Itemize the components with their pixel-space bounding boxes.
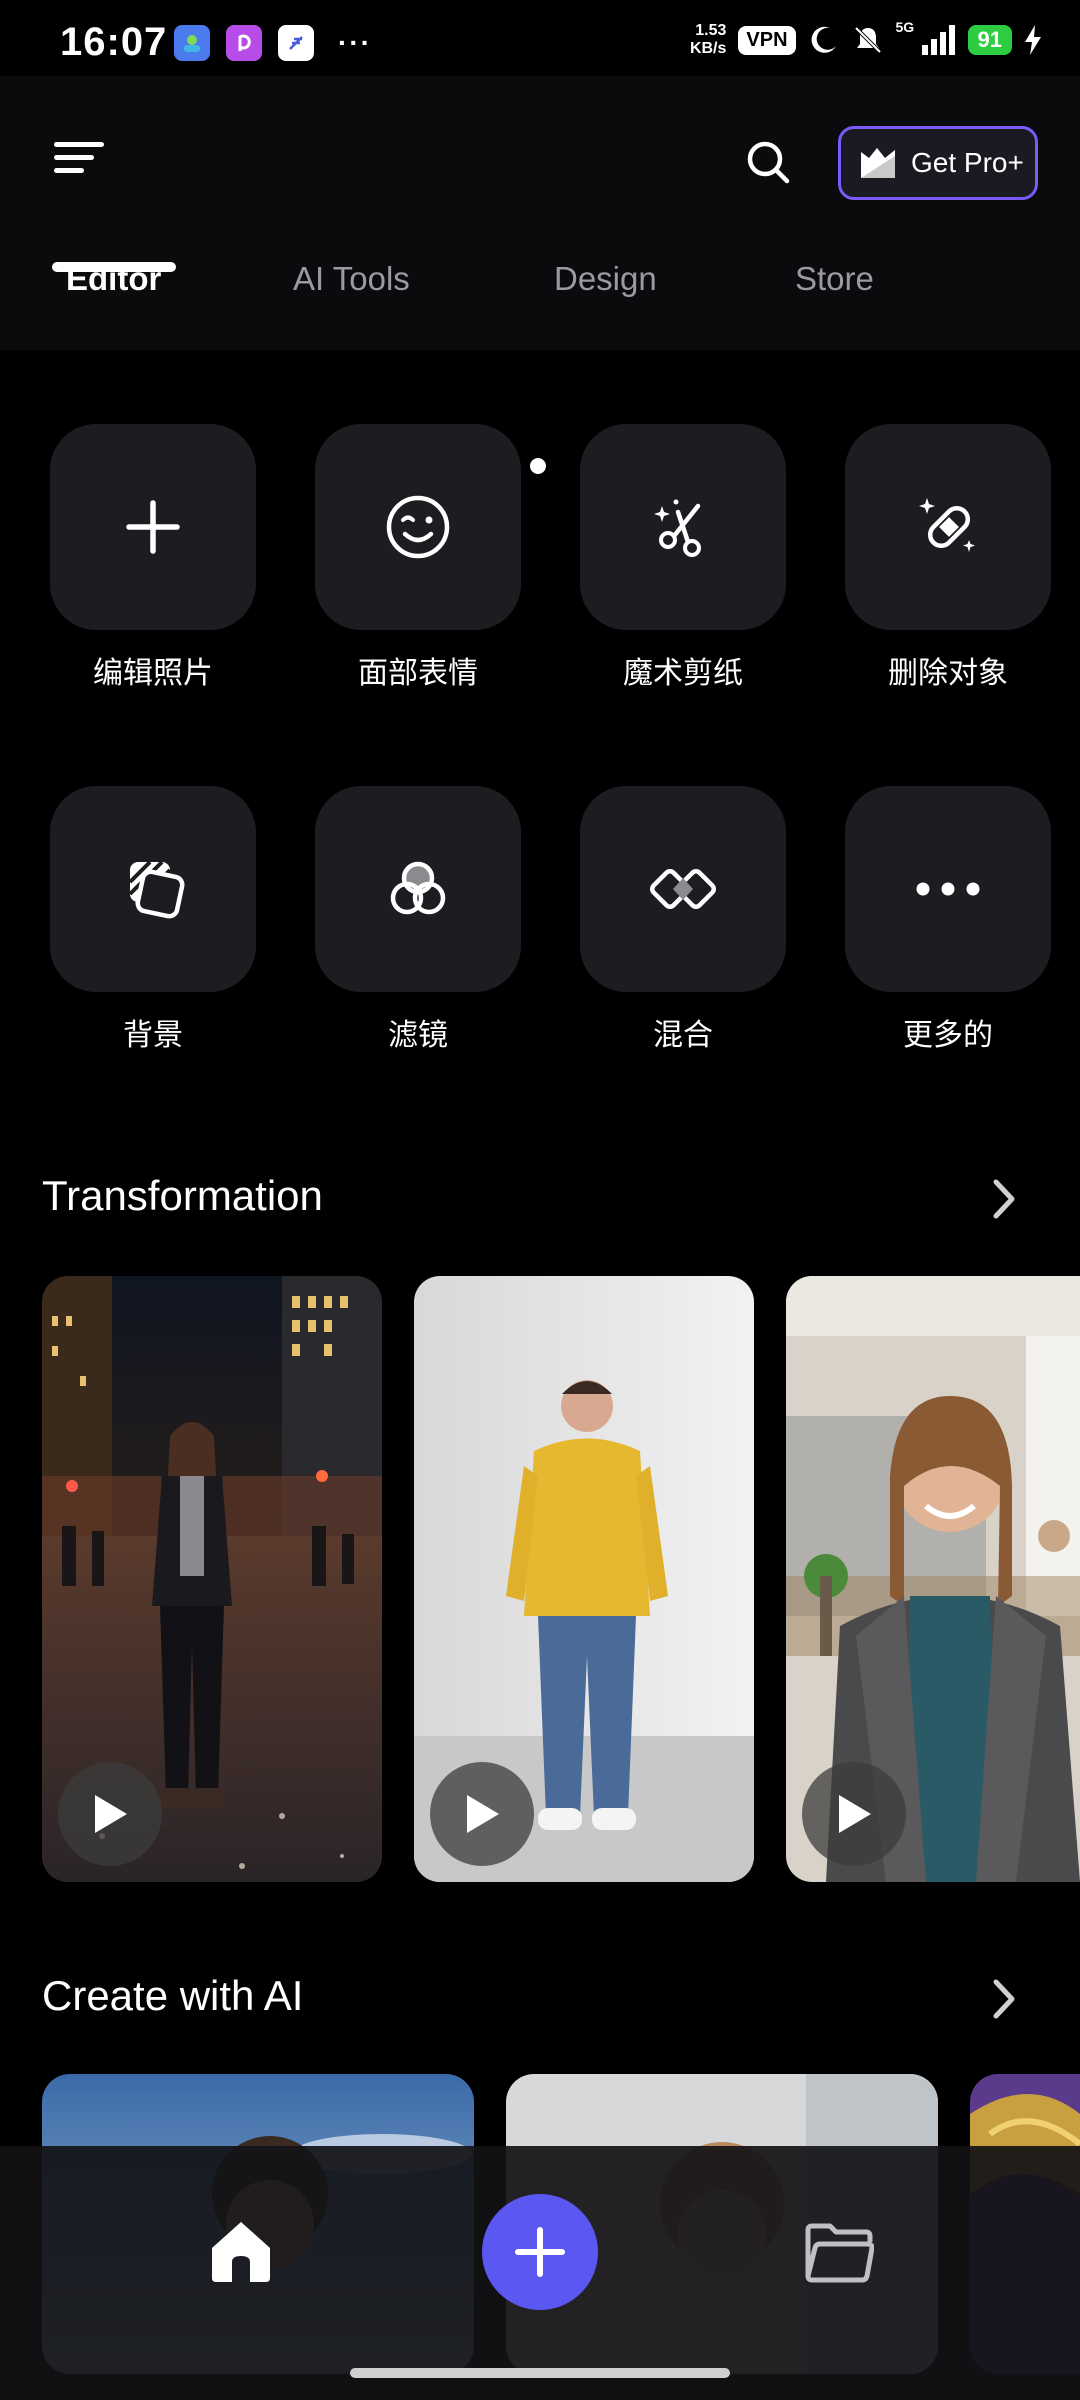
network-speed-unit: KB/s bbox=[689, 40, 727, 57]
picsart-app-icon bbox=[226, 25, 262, 61]
notification-dot bbox=[524, 452, 552, 480]
plus-icon bbox=[515, 2227, 565, 2277]
chevron-right-icon[interactable] bbox=[984, 1974, 1024, 2024]
tool-face-expression-tile[interactable] bbox=[315, 424, 521, 630]
tool-label: 魔术剪纸 bbox=[623, 656, 743, 691]
menu-icon[interactable] bbox=[54, 142, 104, 182]
charging-icon bbox=[1025, 25, 1041, 55]
home-indicator bbox=[350, 2368, 730, 2378]
tool-filters[interactable]: 滤镜 bbox=[315, 786, 521, 1054]
tool-blend-tile[interactable] bbox=[580, 786, 786, 992]
tab-ai-tools[interactable]: AI Tools bbox=[293, 260, 410, 298]
mute-bell-icon bbox=[854, 26, 881, 54]
tool-blend[interactable]: 混合 bbox=[580, 786, 786, 1054]
filter-circles-icon bbox=[390, 861, 446, 915]
signal-icon: 5G bbox=[896, 19, 956, 57]
play-button[interactable] bbox=[58, 1762, 162, 1866]
active-tab-indicator bbox=[52, 262, 176, 272]
section-title-create-with-ai: Create with AI bbox=[42, 1972, 304, 2019]
tool-magic-cutout[interactable]: 魔术剪纸 bbox=[580, 424, 786, 692]
section-title-transformation: Transformation bbox=[42, 1172, 323, 1219]
tool-label: 面部表情 bbox=[358, 656, 478, 691]
tool-label: 删除对象 bbox=[888, 656, 1008, 691]
status-app-icons: ··· bbox=[174, 25, 372, 61]
tab-bar: Editor AI Tools Design Store bbox=[0, 260, 1080, 350]
play-icon bbox=[467, 1795, 499, 1833]
crown-flag-icon bbox=[861, 148, 895, 178]
get-pro-button[interactable]: Get Pro+ bbox=[838, 126, 1038, 200]
tool-remove-object[interactable]: 删除对象 bbox=[845, 424, 1051, 692]
status-bar: 16:07 ··· 1.53 KB/s VPN 5G 91 bbox=[0, 0, 1080, 76]
vpn-badge: VPN bbox=[738, 25, 796, 55]
tool-edit-photo[interactable]: 编辑照片 bbox=[50, 424, 256, 692]
search-icon[interactable] bbox=[744, 138, 792, 186]
bottom-navigation bbox=[0, 2146, 1080, 2400]
face-wink-icon bbox=[386, 495, 450, 559]
status-time: 16:07 bbox=[60, 20, 168, 64]
play-icon bbox=[95, 1795, 127, 1833]
transformation-card[interactable] bbox=[414, 1276, 754, 1882]
get-pro-label: Get Pro+ bbox=[911, 147, 1024, 178]
chevron-right-icon[interactable] bbox=[984, 1174, 1024, 1224]
tool-face-expression[interactable]: 面部表情 bbox=[315, 424, 521, 692]
tool-background[interactable]: 背景 bbox=[50, 786, 256, 1054]
status-more-indicator: ··· bbox=[338, 27, 372, 58]
network-speed-value: 1.53 bbox=[695, 22, 727, 39]
plus-icon bbox=[126, 500, 180, 554]
folder-icon[interactable] bbox=[804, 2220, 874, 2284]
tool-more[interactable]: 更多的 bbox=[845, 786, 1051, 1054]
tool-label: 编辑照片 bbox=[93, 656, 213, 691]
play-button[interactable] bbox=[430, 1762, 534, 1866]
transformation-card[interactable] bbox=[786, 1276, 1080, 1882]
battery-level: 91 bbox=[967, 25, 1012, 55]
tool-edit-photo-tile[interactable] bbox=[50, 424, 256, 630]
tab-design[interactable]: Design bbox=[554, 260, 657, 298]
tool-background-tile[interactable] bbox=[50, 786, 256, 992]
tool-more-tile[interactable] bbox=[845, 786, 1051, 992]
feather-app-icon bbox=[278, 25, 314, 61]
tool-label: 背景 bbox=[123, 1018, 183, 1053]
tool-label: 混合 bbox=[653, 1018, 713, 1053]
tool-remove-object-tile[interactable] bbox=[845, 424, 1051, 630]
tool-label: 滤镜 bbox=[388, 1018, 448, 1053]
transformation-card[interactable] bbox=[42, 1276, 382, 1882]
moon-icon bbox=[811, 26, 836, 53]
tab-store[interactable]: Store bbox=[795, 260, 874, 298]
create-new-button[interactable] bbox=[482, 2194, 598, 2310]
tool-label: 更多的 bbox=[903, 1018, 993, 1053]
home-icon[interactable] bbox=[206, 2216, 276, 2286]
background-layers-icon bbox=[128, 860, 185, 919]
status-indicators: 1.53 KB/s VPN 5G 91 bbox=[690, 19, 1042, 58]
gallery-app-icon bbox=[174, 25, 210, 61]
tool-magic-cutout-tile[interactable] bbox=[580, 424, 786, 630]
bandage-eraser-icon bbox=[919, 498, 975, 552]
tool-filters-tile[interactable] bbox=[315, 786, 521, 992]
play-icon bbox=[839, 1795, 871, 1833]
more-dots-icon bbox=[916, 882, 980, 896]
network-speed: 1.53 KB/s bbox=[690, 22, 726, 58]
play-button[interactable] bbox=[802, 1762, 906, 1866]
app-header: Get Pro+ Editor AI Tools Design Store bbox=[0, 76, 1080, 350]
magic-scissors-icon bbox=[654, 499, 701, 557]
blend-diamond-icon bbox=[650, 869, 716, 909]
